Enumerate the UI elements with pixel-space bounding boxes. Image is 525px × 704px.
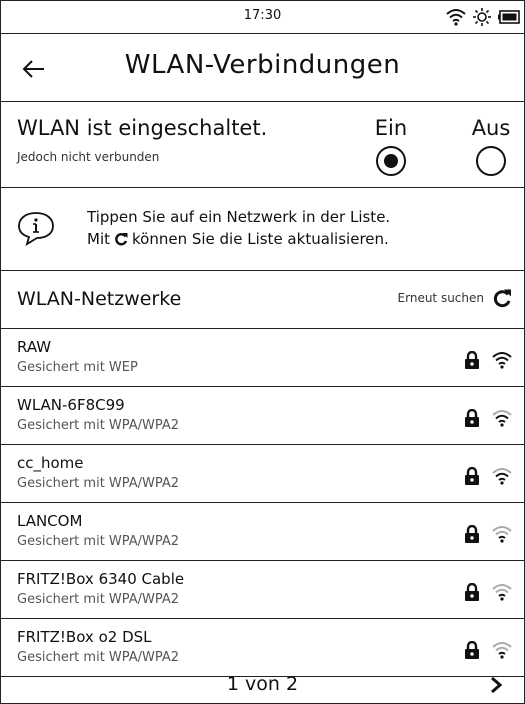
wifi-icon <box>446 9 466 26</box>
network-security: Gesichert mit WPA/WPA2 <box>17 418 180 433</box>
wlan-state-label: WLAN ist eingeschaltet. <box>17 116 268 140</box>
battery-icon <box>498 10 520 24</box>
lock-icon <box>465 409 479 427</box>
info-line-2-suffix: können Sie die Liste aktualisieren. <box>132 230 389 248</box>
network-row[interactable]: cc_home Gesichert mit WPA/WPA2 <box>1 445 524 503</box>
network-row[interactable]: LANCOM Gesichert mit WPA/WPA2 <box>1 503 524 561</box>
rescan-button[interactable]: Erneut suchen <box>398 288 512 308</box>
wifi-signal-icon <box>492 410 512 427</box>
screen: 17:30 WLAN-Verbindungen WLAN ist eingesc… <box>0 0 525 704</box>
network-security: Gesichert mit WEP <box>17 360 138 375</box>
wlan-state-section: WLAN ist eingeschaltet. Jedoch nicht ver… <box>1 102 524 188</box>
wlan-off-radio[interactable] <box>476 146 506 176</box>
network-security: Gesichert mit WPA/WPA2 <box>17 534 180 549</box>
network-name: WLAN-6F8C99 <box>17 396 125 414</box>
network-name: LANCOM <box>17 512 83 530</box>
frontlight-icon <box>473 8 491 26</box>
wifi-signal-icon <box>492 584 512 601</box>
network-list: RAW Gesichert mit WEP WLAN-6F8C99 Gesichert… <box>1 329 524 677</box>
page-title: WLAN-Verbindungen <box>124 50 401 80</box>
rescan-label: Erneut suchen <box>397 291 484 305</box>
network-row[interactable]: FRITZ!Box 6340 Cable Gesichert mit WPA/WP… <box>1 561 524 619</box>
network-name: FRITZ!Box o2 DSL <box>17 628 152 646</box>
header: WLAN-Verbindungen <box>1 34 524 102</box>
wifi-signal-icon <box>492 352 512 369</box>
info-section: Tippen Sie auf ein Netzwerk in der Liste… <box>1 188 524 271</box>
refresh-icon <box>115 233 128 246</box>
network-security: Gesichert mit WPA/WPA2 <box>17 650 180 665</box>
network-row[interactable]: RAW Gesichert mit WEP <box>1 329 524 387</box>
info-bubble-icon <box>18 212 54 246</box>
networks-title: WLAN-Netzwerke <box>17 288 182 310</box>
chevron-right-icon[interactable] <box>486 675 506 695</box>
lock-icon <box>465 351 479 369</box>
wifi-signal-icon <box>492 468 512 485</box>
network-name: FRITZ!Box 6340 Cable <box>17 570 185 588</box>
network-security: Gesichert mit WPA/WPA2 <box>17 592 180 607</box>
wlan-on-option[interactable]: Ein <box>361 116 421 176</box>
wifi-signal-icon <box>492 526 512 543</box>
network-security: Gesichert mit WPA/WPA2 <box>17 476 180 491</box>
status-icons <box>446 7 520 27</box>
refresh-icon[interactable] <box>492 288 512 308</box>
info-text: Tippen Sie auf ein Netzwerk in der Liste… <box>87 206 390 250</box>
wlan-off-label: Aus <box>471 116 511 140</box>
lock-icon <box>465 641 479 659</box>
networks-header: WLAN-Netzwerke Erneut suchen <box>1 271 524 329</box>
wifi-signal-icon <box>492 642 512 659</box>
network-row[interactable]: WLAN-6F8C99 Gesichert mit WPA/WPA2 <box>1 387 524 445</box>
wlan-state-sublabel: Jedoch nicht verbunden <box>17 150 160 164</box>
wlan-off-option[interactable]: Aus <box>461 116 521 176</box>
status-bar: 17:30 <box>1 1 524 34</box>
info-line-1: Tippen Sie auf ein Netzwerk in der Liste… <box>87 208 391 226</box>
info-line-2-prefix: Mit <box>87 230 110 248</box>
lock-icon <box>465 525 479 543</box>
network-name: RAW <box>17 338 52 356</box>
page-indicator: 1 von 2 <box>226 673 299 695</box>
info-line-2: Mit können Sie die Liste aktualisieren. <box>87 228 390 250</box>
lock-icon <box>465 583 479 601</box>
lock-icon <box>465 467 479 485</box>
wlan-on-radio[interactable] <box>376 146 406 176</box>
network-name: cc_home <box>17 454 84 472</box>
pagination: 1 von 2 <box>1 665 524 703</box>
wlan-on-label: Ein <box>374 116 408 140</box>
